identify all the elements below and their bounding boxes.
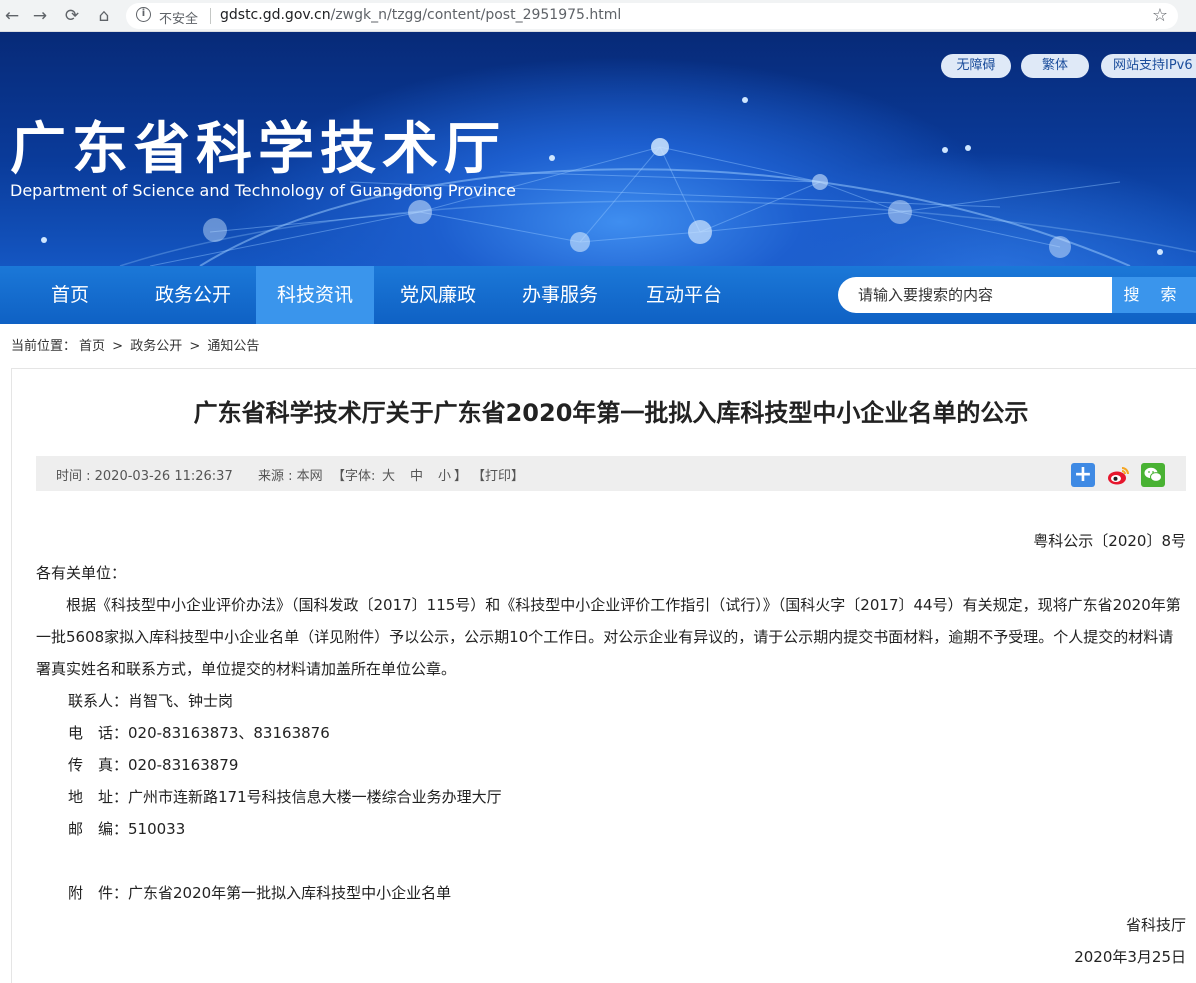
- search-button[interactable]: 搜 索: [1112, 277, 1196, 313]
- breadcrumb-separator: >: [189, 339, 201, 354]
- contact-fax: 传 真：020-83163879: [68, 756, 239, 774]
- share-plus-icon[interactable]: +: [1071, 463, 1095, 487]
- traditional-chinese-link[interactable]: 繁体: [1021, 54, 1089, 78]
- breadcrumb-label: 当前位置：: [11, 339, 77, 354]
- signature: 省科技厅: [1125, 916, 1186, 934]
- print-link[interactable]: 【打印】: [472, 465, 524, 484]
- weibo-icon[interactable]: [1106, 463, 1130, 487]
- site-banner: 广东省科学技术厅 Department of Science and Techn…: [0, 32, 1196, 266]
- search-input[interactable]: [838, 277, 1114, 313]
- accessibility-link[interactable]: 无障碍: [941, 54, 1011, 78]
- url-text[interactable]: gdstc.gd.gov.cn/zwgk_n/tzgg/content/post…: [220, 7, 621, 23]
- contact-address: 地 址：广州市连新路171号科技信息大楼一楼综合业务办理大厅: [68, 788, 502, 806]
- publish-time: 时间 : 2020-03-26 11:26:37: [56, 469, 233, 484]
- signature-date: 2020年3月25日: [1074, 948, 1186, 966]
- nav-item-government-affairs[interactable]: 政务公开: [134, 266, 252, 324]
- article-title: 广东省科学技术厅关于广东省2020年第一批拟入库科技型中小企业名单的公示: [193, 399, 1029, 427]
- font-size-large[interactable]: 大: [382, 465, 395, 484]
- contact-postcode: 邮 编：510033: [68, 820, 186, 838]
- wechat-icon[interactable]: [1141, 463, 1165, 487]
- info-icon[interactable]: i: [136, 7, 151, 22]
- article-meta-bar: 时间 : 2020-03-26 11:26:37 来源 : 本网 【字体: 大 …: [36, 456, 1186, 491]
- salutation: 各有关单位：: [36, 564, 127, 582]
- breadcrumb-government-affairs[interactable]: 政务公开: [130, 339, 182, 354]
- reload-icon[interactable]: ⟳: [60, 4, 84, 28]
- main-paragraph: 根据《科技型中小企业评价办法》（国科发政〔2017〕115号）和《科技型中小企业…: [36, 596, 1181, 678]
- breadcrumb-separator: >: [112, 339, 124, 354]
- attachment-link[interactable]: 附 件：广东省2020年第一批拟入库科技型中小企业名单: [68, 882, 451, 903]
- contact-phone: 电 话：020-83163873、83163876: [68, 724, 330, 742]
- main-navigation: 首页 政务公开 科技资讯 党风廉政 办事服务 互动平台 搜 索: [0, 266, 1196, 324]
- font-size-label: 【字体:: [332, 469, 376, 484]
- ipv6-badge[interactable]: 网站支持IPv6: [1101, 54, 1196, 78]
- address-bar[interactable]: i 不安全 gdstc.gd.gov.cn/zwgk_n/tzgg/conten…: [126, 3, 1178, 29]
- font-size-small[interactable]: 小: [438, 465, 451, 484]
- font-size-medium[interactable]: 中: [410, 465, 423, 484]
- forward-arrow-icon[interactable]: →: [28, 4, 52, 28]
- home-icon[interactable]: ⌂: [92, 4, 116, 28]
- browser-toolbar: ← → ⟳ ⌂ i 不安全 gdstc.gd.gov.cn/zwgk_n/tzg…: [0, 0, 1196, 32]
- source: 来源 : 本网: [258, 469, 323, 484]
- site-title: 广东省科学技术厅: [10, 117, 506, 182]
- url-host: gdstc.gd.gov.cn: [220, 7, 331, 23]
- divider: [210, 8, 211, 24]
- nav-item-interaction[interactable]: 互动平台: [624, 266, 744, 324]
- font-size-end: 】: [454, 469, 468, 484]
- bookmark-star-icon[interactable]: ☆: [1152, 5, 1168, 26]
- contact-person: 联系人：肖智飞、钟士岗: [68, 692, 234, 710]
- document-number: 粤科公示〔2020〕8号: [1033, 532, 1186, 550]
- nav-item-services[interactable]: 办事服务: [500, 266, 620, 324]
- insecure-label: 不安全: [159, 12, 199, 27]
- breadcrumb-home[interactable]: 首页: [79, 339, 105, 354]
- back-arrow-icon[interactable]: ←: [0, 4, 24, 28]
- breadcrumb-notices[interactable]: 通知公告: [207, 339, 259, 354]
- breadcrumb: 当前位置： 首页 > 政务公开 > 通知公告: [11, 335, 262, 354]
- nav-item-tech-news[interactable]: 科技资讯: [256, 266, 374, 324]
- url-path: /zwgk_n/tzgg/content/post_2951975.html: [330, 7, 622, 23]
- nav-item-home[interactable]: 首页: [20, 266, 120, 324]
- nav-item-party-integrity[interactable]: 党风廉政: [378, 266, 498, 324]
- site-subtitle: Department of Science and Technology of …: [10, 181, 516, 200]
